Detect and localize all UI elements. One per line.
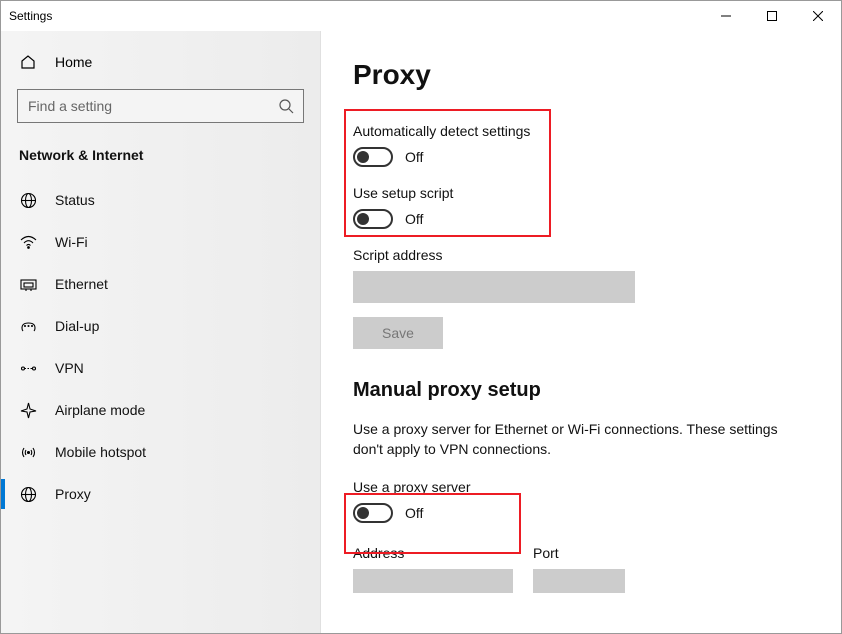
search-input[interactable] xyxy=(28,98,277,114)
sidebar: Home Network & Internet Status Wi-Fi xyxy=(1,31,321,633)
status-icon xyxy=(19,191,37,209)
sidebar-item-status[interactable]: Status xyxy=(1,179,320,221)
setup-script-state: Off xyxy=(405,211,423,227)
sidebar-item-airplane[interactable]: Airplane mode xyxy=(1,389,320,431)
manual-proxy-heading: Manual proxy setup xyxy=(353,379,809,402)
save-button[interactable]: Save xyxy=(353,317,443,349)
home-icon xyxy=(19,53,37,71)
search-box[interactable] xyxy=(17,89,304,123)
sidebar-item-label: VPN xyxy=(55,360,84,376)
auto-detect-toggle[interactable] xyxy=(353,147,393,167)
sidebar-item-wifi[interactable]: Wi-Fi xyxy=(1,221,320,263)
window-controls xyxy=(703,1,841,31)
sidebar-item-label: Airplane mode xyxy=(55,402,145,418)
sidebar-section-title: Network & Internet xyxy=(1,139,320,179)
content-pane: Proxy Automatically detect settings Off … xyxy=(321,31,841,633)
sidebar-item-label: Status xyxy=(55,192,95,208)
home-label: Home xyxy=(55,54,92,70)
port-input[interactable] xyxy=(533,569,625,593)
home-link[interactable]: Home xyxy=(1,43,320,81)
address-label: Address xyxy=(353,545,513,561)
sidebar-item-dialup[interactable]: Dial-up xyxy=(1,305,320,347)
vpn-icon xyxy=(19,359,37,377)
window-title: Settings xyxy=(9,9,52,23)
close-button[interactable] xyxy=(795,1,841,31)
setup-script-toggle[interactable] xyxy=(353,209,393,229)
address-input[interactable] xyxy=(353,569,513,593)
titlebar: Settings xyxy=(1,1,841,31)
use-proxy-toggle[interactable] xyxy=(353,503,393,523)
wifi-icon xyxy=(19,233,37,251)
sidebar-item-ethernet[interactable]: Ethernet xyxy=(1,263,320,305)
ethernet-icon xyxy=(19,275,37,293)
sidebar-item-label: Ethernet xyxy=(55,276,108,292)
use-proxy-state: Off xyxy=(405,505,423,521)
dialup-icon xyxy=(19,317,37,335)
minimize-button[interactable] xyxy=(703,1,749,31)
sidebar-item-label: Wi-Fi xyxy=(55,234,88,250)
port-label: Port xyxy=(533,545,625,561)
auto-detect-state: Off xyxy=(405,149,423,165)
airplane-icon xyxy=(19,401,37,419)
sidebar-item-vpn[interactable]: VPN xyxy=(1,347,320,389)
script-address-label: Script address xyxy=(353,247,809,263)
setup-script-label: Use setup script xyxy=(353,185,809,201)
use-proxy-label: Use a proxy server xyxy=(353,479,809,495)
page-title: Proxy xyxy=(353,59,809,91)
maximize-button[interactable] xyxy=(749,1,795,31)
search-icon xyxy=(277,97,295,115)
sidebar-item-label: Mobile hotspot xyxy=(55,444,146,460)
script-address-input[interactable] xyxy=(353,271,635,303)
sidebar-item-label: Proxy xyxy=(55,486,91,502)
proxy-icon xyxy=(19,485,37,503)
hotspot-icon xyxy=(19,443,37,461)
sidebar-item-label: Dial-up xyxy=(55,318,99,334)
sidebar-item-proxy[interactable]: Proxy xyxy=(1,473,320,515)
auto-detect-label: Automatically detect settings xyxy=(353,123,809,139)
sidebar-item-hotspot[interactable]: Mobile hotspot xyxy=(1,431,320,473)
manual-proxy-description: Use a proxy server for Ethernet or Wi-Fi… xyxy=(353,420,809,459)
